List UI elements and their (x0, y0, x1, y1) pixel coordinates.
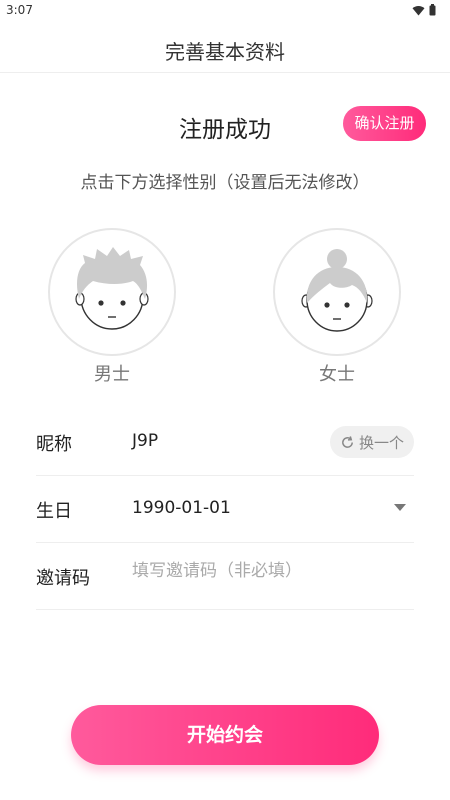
page-title: 完善基本资料 (165, 40, 285, 64)
status-time: 3:07 (6, 3, 33, 17)
header: 完善基本资料 (0, 24, 450, 73)
status-icons (412, 4, 436, 16)
female-avatar-icon (301, 249, 373, 332)
nickname-label: 昵称 (36, 434, 72, 455)
wifi-icon (412, 5, 425, 15)
confirm-registration-button[interactable]: 确认注册 (343, 106, 426, 141)
change-nickname-button[interactable]: 换一个 (329, 426, 414, 458)
gender-option-male[interactable]: 男士 (47, 228, 177, 386)
status-bar: 3:07 (0, 0, 450, 24)
invite-code-label: 邀请码 (36, 568, 90, 589)
gender-label-male: 男士 (94, 364, 130, 385)
start-dating-button[interactable]: 开始约会 (71, 705, 379, 765)
gender-instruction: 点击下方选择性别（设置后无法修改） (80, 173, 370, 193)
nickname-row: 昵称 J9P 换一个 (36, 409, 414, 476)
nickname-value[interactable]: J9P (132, 431, 158, 451)
profile-form: 昵称 J9P 换一个 生日 1990-01-01 邀请码 (36, 409, 414, 610)
male-avatar[interactable] (48, 228, 176, 356)
birthday-row[interactable]: 生日 1990-01-01 (36, 476, 414, 543)
invite-code-input[interactable] (132, 561, 392, 581)
male-avatar-icon (75, 247, 149, 330)
female-avatar[interactable] (273, 228, 401, 356)
birthday-value[interactable]: 1990-01-01 (132, 498, 231, 518)
battery-icon (429, 4, 436, 16)
invite-code-row: 邀请码 (36, 543, 414, 610)
dropdown-arrow-icon[interactable] (394, 504, 406, 511)
refresh-icon (342, 435, 353, 448)
gender-label-female: 女士 (319, 364, 355, 385)
gender-option-female[interactable]: 女士 (272, 228, 402, 386)
change-nickname-label: 换一个 (358, 433, 404, 452)
birthday-label: 生日 (36, 501, 72, 522)
